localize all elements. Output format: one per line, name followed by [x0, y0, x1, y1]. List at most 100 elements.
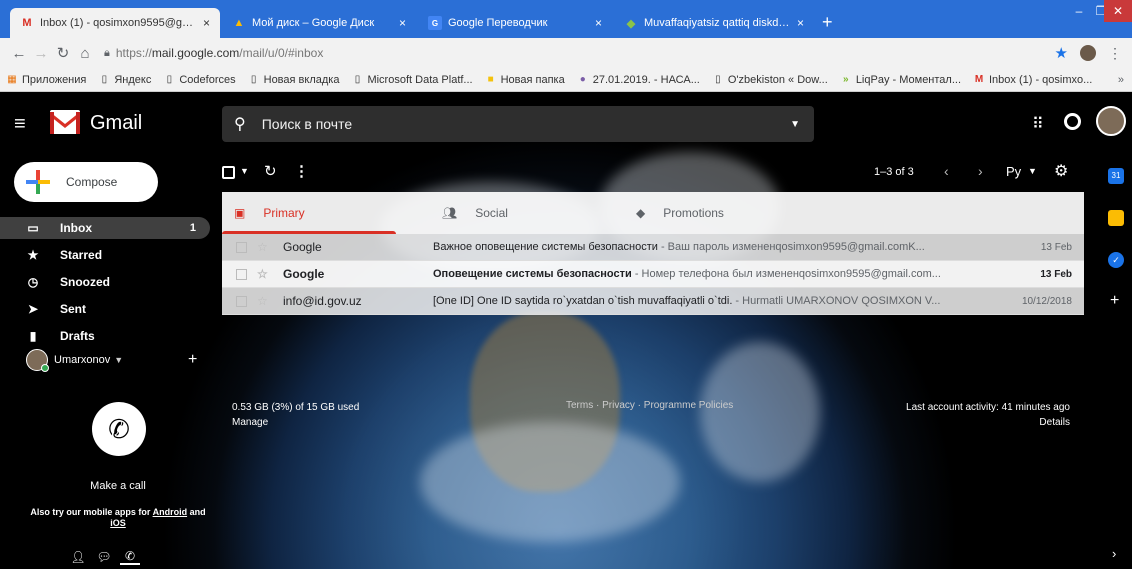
reload-button[interactable]: ↻ — [52, 44, 74, 62]
phone-icon[interactable]: ✆ — [92, 402, 146, 456]
gmail-logo-icon[interactable] — [50, 110, 80, 134]
hangouts-user[interactable]: Umarxonov ▼ — [0, 347, 210, 373]
terms-links[interactable]: Terms · Privacy · Programme Policies — [566, 400, 733, 411]
row-checkbox[interactable] — [236, 268, 247, 280]
search-icon[interactable]: ⚲ — [234, 114, 246, 134]
compose-button[interactable]: Compose — [14, 162, 158, 202]
browser-tab-bar: M Inbox (1) - qosimxon9595@gmail × ▲ Мой… — [0, 0, 1132, 38]
bookmark-liqpay[interactable]: » LiqPay - Моментал... — [840, 74, 961, 86]
url-scheme: https:// — [115, 46, 152, 60]
sidebar-item-starred[interactable]: ★ Starred — [0, 244, 210, 266]
search-options-icon[interactable]: ▼ — [790, 119, 800, 130]
tab-primary[interactable]: ▣ Primary — [222, 192, 396, 234]
new-tab-button[interactable]: + — [822, 13, 833, 31]
row-checkbox[interactable] — [236, 295, 247, 307]
sidebar-item-drafts[interactable]: ▮ Drafts — [0, 325, 210, 347]
main-menu-icon[interactable]: ≡ — [14, 114, 26, 134]
search-input[interactable]: ⚲ Поиск в почте ▼ — [222, 106, 814, 142]
close-tab-icon[interactable]: × — [595, 16, 602, 30]
tasks-icon[interactable]: ✓ — [1108, 252, 1124, 268]
tab-muvaffaqiyatsiz[interactable]: ◆ Muvaffaqiyatsiz qattiq diskdan fa × — [614, 8, 814, 38]
sidebar-item-sent[interactable]: ➤ Sent — [0, 298, 210, 320]
contacts-icon[interactable]: 👤︎ — [68, 550, 88, 564]
bookmark-star-icon[interactable]: ★ — [1055, 44, 1068, 62]
search-placeholder: Поиск в почте — [261, 116, 353, 132]
settings-gear-icon[interactable]: ⚙ — [1054, 161, 1068, 181]
get-addons-icon[interactable]: + — [1110, 292, 1119, 310]
browser-menu-icon[interactable]: ⋮ — [1108, 45, 1122, 62]
bookmark-ozbekiston[interactable]: ▯ O'zbekiston « Dow... — [712, 74, 828, 86]
sidebar-item-snoozed[interactable]: ◷ Snoozed — [0, 271, 210, 293]
sidebar-item-label: Sent — [60, 302, 87, 316]
star-icon[interactable]: ☆ — [257, 294, 269, 308]
android-link[interactable]: Android — [153, 507, 188, 517]
bookmark-label: Codeforces — [179, 73, 236, 86]
refresh-icon[interactable]: ↻ — [264, 162, 277, 180]
bookmark-microsoft[interactable]: ▯ Microsoft Data Platf... — [351, 74, 473, 86]
more-options-icon[interactable]: ⋮ — [294, 162, 309, 180]
tab-social[interactable]: 👥︎ Social — [396, 192, 606, 234]
bookmark-gmail[interactable]: M Inbox (1) - qosimxo... — [973, 74, 1093, 86]
make-call-link[interactable]: Make a call — [0, 480, 236, 492]
ios-link[interactable]: iOS — [110, 518, 126, 528]
select-all-checkbox[interactable] — [222, 166, 235, 179]
tab-google-drive[interactable]: ▲ Мой диск – Google Диск × — [222, 8, 416, 38]
hangouts-panel: Umarxonov ▼ + ✆ Make a call Also try our… — [0, 347, 210, 528]
phone-tab-icon[interactable]: ✆ — [120, 549, 140, 565]
bookmark-label: 27.01.2019. - НАСА... — [592, 73, 700, 86]
star-icon[interactable]: ☆ — [257, 267, 269, 281]
input-tools-button[interactable]: Ру — [1006, 164, 1021, 179]
chat-icon[interactable]: 💬︎ — [94, 550, 114, 564]
tab-gmail-inbox[interactable]: M Inbox (1) - qosimxon9595@gmail × — [10, 8, 220, 38]
email-subject: Важное оповещение системы безопасности — [433, 241, 658, 253]
forward-button[interactable]: → — [30, 45, 52, 62]
close-tab-icon[interactable]: × — [203, 16, 210, 30]
bookmark-apps[interactable]: ▦ Приложения — [6, 74, 86, 86]
google-apps-icon[interactable]: ⠿ — [1032, 114, 1044, 134]
email-date: 13 Feb — [1040, 241, 1072, 253]
browser-profile-avatar[interactable] — [1080, 45, 1096, 61]
bookmark-new-folder[interactable]: ■ Новая папка — [485, 74, 565, 86]
keep-icon[interactable] — [1108, 210, 1124, 226]
tab-label: Social — [475, 206, 508, 220]
email-row[interactable]: ☆ Google Оповещение системы безопасности… — [222, 261, 1084, 288]
close-window-button[interactable]: ✕ — [1104, 0, 1132, 22]
bookmark-yandex[interactable]: ▯ Яндекс — [98, 73, 152, 86]
send-icon: ➤ — [27, 302, 39, 316]
chevron-down-icon[interactable]: ▼ — [1028, 166, 1037, 176]
sidebar-item-inbox[interactable]: ▭ Inbox 1 — [0, 217, 210, 239]
older-page-icon[interactable]: › — [978, 163, 983, 179]
newer-page-icon[interactable]: ‹ — [944, 163, 949, 179]
activity-details-link[interactable]: Details — [820, 415, 1070, 430]
back-button[interactable]: ← — [8, 45, 30, 62]
hangouts-avatar — [26, 349, 49, 372]
calendar-icon[interactable]: 31 — [1108, 168, 1124, 184]
email-subject: Оповещение системы безопасности — [433, 268, 632, 280]
email-row[interactable]: ☆ Google Важное оповещение системы безоп… — [222, 234, 1084, 261]
close-tab-icon[interactable]: × — [399, 16, 406, 30]
new-conversation-button[interactable]: + — [188, 351, 197, 369]
manage-storage-link[interactable]: Manage — [232, 415, 359, 430]
bookmark-nasa[interactable]: ● 27.01.2019. - НАСА... — [577, 74, 700, 86]
notifications-icon[interactable] — [1064, 113, 1081, 130]
bookmark-label: O'zbekiston « Dow... — [727, 73, 828, 86]
url-field[interactable]: 🔒︎ https://mail.google.com/mail/u/0/#inb… — [104, 46, 1055, 60]
compose-plus-icon — [26, 170, 50, 194]
bookmark-label: Яндекс — [114, 73, 152, 86]
bookmarks-overflow-button[interactable]: » — [1118, 74, 1124, 86]
tab-google-translate[interactable]: G Google Переводчик × — [418, 8, 612, 38]
account-avatar[interactable] — [1096, 106, 1126, 136]
row-checkbox[interactable] — [236, 241, 247, 253]
star-icon[interactable]: ☆ — [257, 240, 269, 254]
bookmark-new-tab[interactable]: ▯ Новая вкладка — [248, 74, 340, 86]
home-button[interactable]: ⌂ — [74, 45, 96, 62]
select-options-icon[interactable]: ▼ — [240, 166, 249, 176]
minimize-window-button[interactable]: – — [1068, 0, 1090, 22]
close-tab-icon[interactable]: × — [797, 16, 804, 30]
email-sender: info@id.gov.uz — [283, 294, 362, 308]
tab-promotions[interactable]: ◆ Promotions — [606, 192, 826, 234]
email-row[interactable]: ☆ info@id.gov.uz [One ID] One ID saytida… — [222, 288, 1084, 315]
expand-panel-icon[interactable]: › — [1112, 546, 1116, 561]
url-host: mail.google.com — [151, 46, 240, 60]
bookmark-codeforces[interactable]: ▯ Codeforces — [163, 73, 236, 86]
